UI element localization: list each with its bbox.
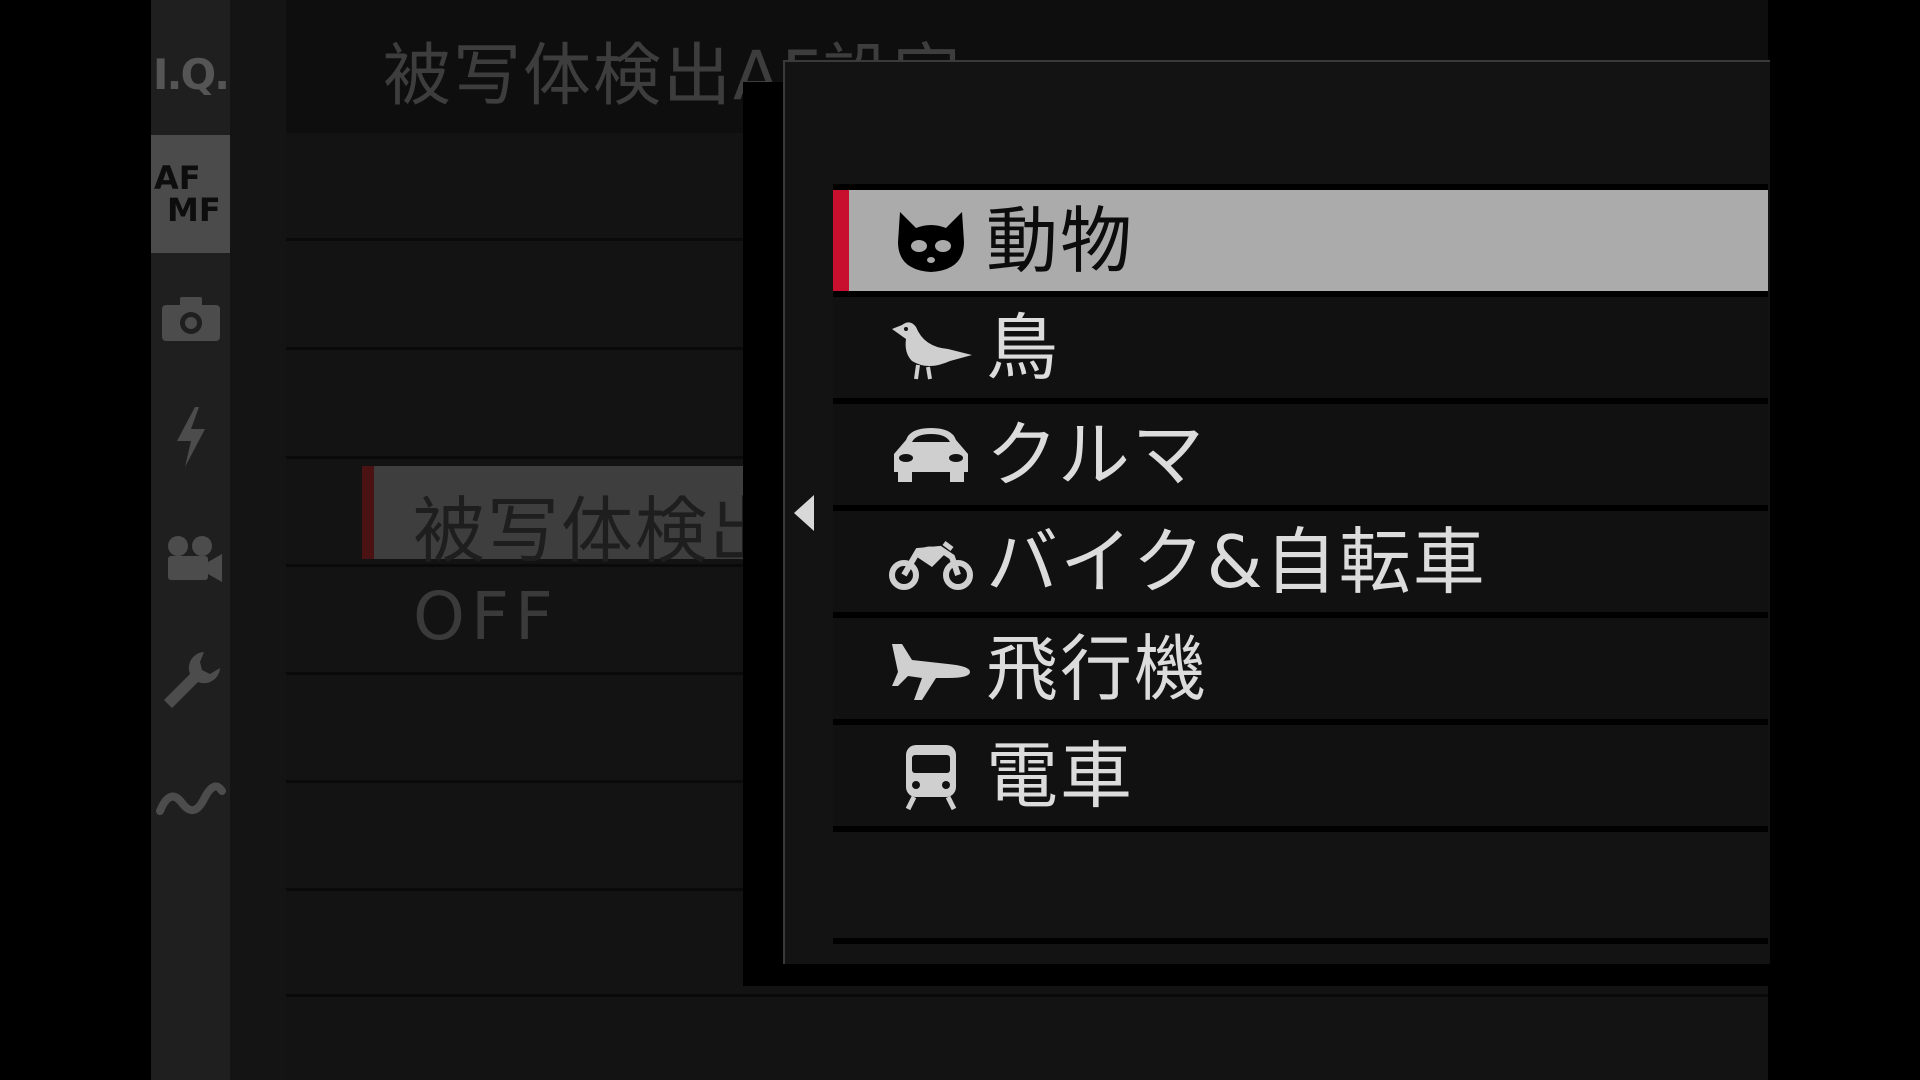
tab-mf-label: MF <box>167 191 221 229</box>
airplane-icon <box>892 644 970 700</box>
popup-item-car[interactable]: クルマ <box>833 404 1768 505</box>
selected-row-label: 被写体検出 <box>413 489 784 573</box>
tab-af-mf[interactable]: AF MF <box>151 135 230 253</box>
popup-divider <box>833 826 1768 832</box>
train-icon <box>905 745 957 811</box>
motorcycle-icon <box>889 541 973 590</box>
row-divider <box>286 238 746 241</box>
row-divider <box>286 347 746 350</box>
cat-icon <box>898 212 964 272</box>
popup-item-label: クルマ <box>986 413 1206 497</box>
tab-movie[interactable] <box>151 500 230 618</box>
tab-flash[interactable] <box>151 378 230 496</box>
left-arrow-icon <box>794 495 814 531</box>
popup-item-bird[interactable]: 鳥 <box>833 297 1768 398</box>
tab-iq-label: I.Q. <box>152 49 230 99</box>
row-divider <box>286 994 1768 997</box>
flash-icon <box>176 407 205 467</box>
tab-shooting[interactable] <box>151 260 230 378</box>
popup-item-train[interactable]: 電車 <box>833 725 1768 826</box>
popup-item-label: 動物 <box>986 199 1135 283</box>
off-option-label[interactable]: OFF <box>413 578 559 655</box>
tab-setup[interactable] <box>151 620 230 738</box>
popup-item-animal[interactable]: 動物 <box>833 190 1768 291</box>
selection-indicator <box>833 190 849 291</box>
row-divider <box>286 888 746 891</box>
menu-tab-strip: I.Q. AF MF <box>151 0 230 1080</box>
popup-item-label: 飛行機 <box>986 627 1209 711</box>
camera-menu-screen: I.Q. AF MF 被写体検出AF設定 被写体検出 OFF 動物 鳥 クルマ … <box>0 0 1920 1080</box>
popup-divider <box>833 938 1768 944</box>
popup-item-motorcycle[interactable]: バイク&自転車 <box>833 511 1768 612</box>
selected-row-marker <box>362 466 374 559</box>
bird-icon <box>892 322 972 380</box>
row-divider <box>286 456 746 459</box>
row-divider <box>286 780 746 783</box>
wrench-icon <box>163 652 220 708</box>
movie-camera-icon <box>167 536 222 582</box>
popup-item-airplane[interactable]: 飛行機 <box>833 618 1768 719</box>
car-icon <box>894 428 968 482</box>
popup-item-label: 鳥 <box>986 306 1061 390</box>
camera-icon <box>161 297 220 341</box>
connection-icon <box>155 782 226 815</box>
menu-divider-column <box>230 0 286 1080</box>
tab-image-quality[interactable]: I.Q. <box>151 15 230 133</box>
popup-item-label: バイク&自転車 <box>986 520 1487 604</box>
tab-connection[interactable] <box>151 742 230 860</box>
popup-item-label: 電車 <box>986 734 1135 818</box>
row-divider <box>286 672 746 675</box>
